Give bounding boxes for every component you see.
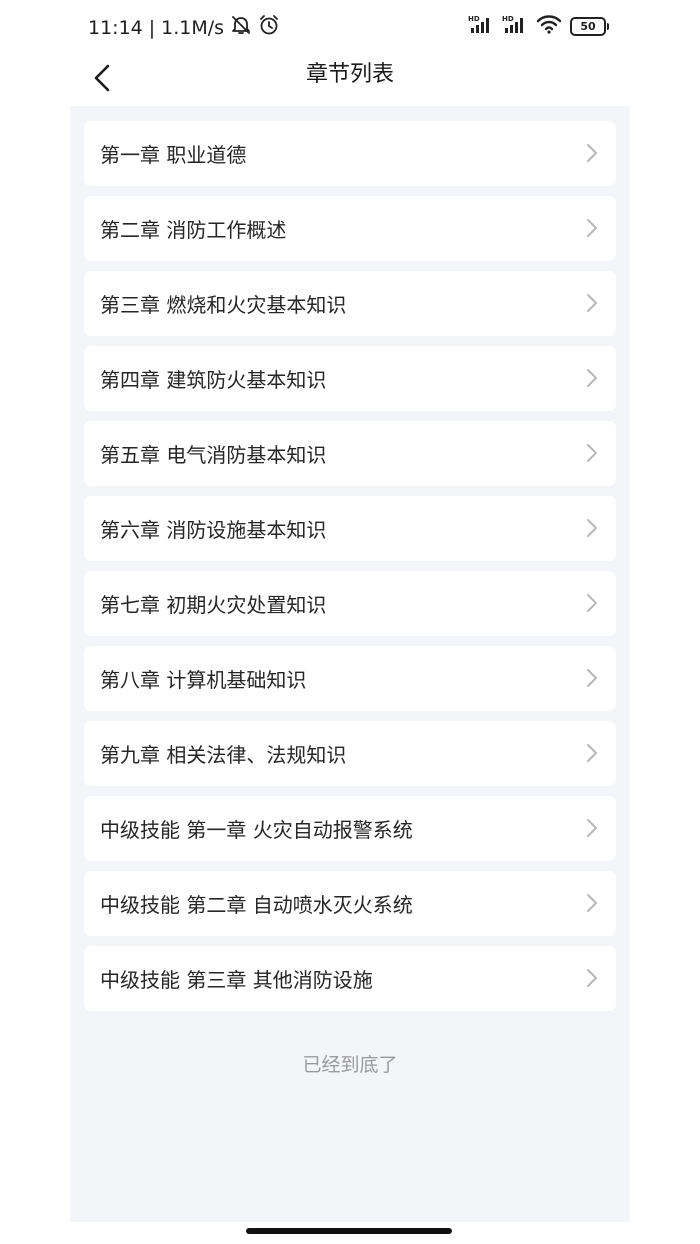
- status-bar: 11:14 | 1.1M/s HD HD 50: [70, 0, 630, 52]
- chapter-item[interactable]: 第一章 职业道德: [84, 121, 616, 186]
- hd-signal-icon: HD: [502, 14, 528, 38]
- chapter-label: 第四章 建筑防火基本知识: [100, 368, 327, 392]
- svg-text:HD: HD: [468, 15, 480, 23]
- net-speed: 1.1M/s: [161, 16, 225, 39]
- chevron-right-icon: [587, 744, 597, 762]
- chapter-label: 第五章 电气消防基本知识: [100, 443, 327, 467]
- chapter-label: 第七章 初期火灾处置知识: [100, 593, 327, 617]
- chapter-label: 第二章 消防工作概述: [100, 218, 287, 242]
- chapter-item[interactable]: 中级技能 第二章 自动喷水灭火系统: [84, 871, 616, 936]
- svg-text:HD: HD: [502, 15, 514, 23]
- chapter-item[interactable]: 第五章 电气消防基本知识: [84, 421, 616, 486]
- wifi-icon: [536, 14, 562, 38]
- nav-bar: 章节列表: [70, 52, 630, 106]
- hd-signal-icon: HD: [468, 14, 494, 38]
- chapter-label: 中级技能 第三章 其他消防设施: [100, 968, 373, 992]
- end-of-list-text: 已经到底了: [302, 1054, 398, 1076]
- chapter-label: 第八章 计算机基础知识: [100, 668, 307, 692]
- chevron-right-icon: [587, 894, 597, 912]
- chapter-label: 第一章 职业道德: [100, 143, 247, 167]
- app-screen: 11:14 | 1.1M/s HD HD 50 章节列表 第一章 职业道德 第二…: [70, 0, 630, 1222]
- chevron-right-icon: [587, 819, 597, 837]
- chapter-item[interactable]: 中级技能 第三章 其他消防设施: [84, 946, 616, 1011]
- chevron-right-icon: [587, 594, 597, 612]
- page-title: 章节列表: [305, 62, 394, 87]
- status-time: 11:14: [88, 16, 143, 39]
- chapter-label: 中级技能 第二章 自动喷水灭火系统: [100, 893, 413, 917]
- chevron-right-icon: [587, 444, 597, 462]
- status-right: HD HD 50: [468, 14, 609, 38]
- chevron-right-icon: [587, 969, 597, 987]
- chevron-right-icon: [587, 519, 597, 537]
- chapter-label: 中级技能 第一章 火灾自动报警系统: [100, 818, 413, 842]
- chapter-label: 第六章 消防设施基本知识: [100, 518, 327, 542]
- alarm-icon: [258, 14, 280, 41]
- chapter-item[interactable]: 第八章 计算机基础知识: [84, 646, 616, 711]
- chapter-item[interactable]: 第二章 消防工作概述: [84, 196, 616, 261]
- chevron-right-icon: [587, 294, 597, 312]
- chevron-right-icon: [587, 369, 597, 387]
- status-left: 11:14 | 1.1M/s: [88, 14, 280, 41]
- chapter-list: 第一章 职业道德 第二章 消防工作概述 第三章 燃烧和火灾基本知识 第四章 建筑…: [84, 121, 616, 1021]
- chapter-item[interactable]: 第六章 消防设施基本知识: [84, 496, 616, 561]
- chapter-label: 第三章 燃烧和火灾基本知识: [100, 293, 347, 317]
- chapter-item[interactable]: 第九章 相关法律、法规知识: [84, 721, 616, 786]
- chapter-item[interactable]: 中级技能 第一章 火灾自动报警系统: [84, 796, 616, 861]
- chapter-item[interactable]: 第四章 建筑防火基本知识: [84, 346, 616, 411]
- chevron-right-icon: [587, 144, 597, 162]
- chevron-right-icon: [587, 219, 597, 237]
- chevron-right-icon: [587, 669, 597, 687]
- notification-off-icon: [230, 15, 252, 40]
- chapter-label: 第九章 相关法律、法规知识: [100, 743, 347, 767]
- status-separator: |: [148, 16, 156, 39]
- battery-icon: 50: [570, 16, 609, 36]
- chapter-item[interactable]: 第七章 初期火灾处置知识: [84, 571, 616, 636]
- home-indicator[interactable]: [246, 1228, 452, 1234]
- chapter-item[interactable]: 第三章 燃烧和火灾基本知识: [84, 271, 616, 336]
